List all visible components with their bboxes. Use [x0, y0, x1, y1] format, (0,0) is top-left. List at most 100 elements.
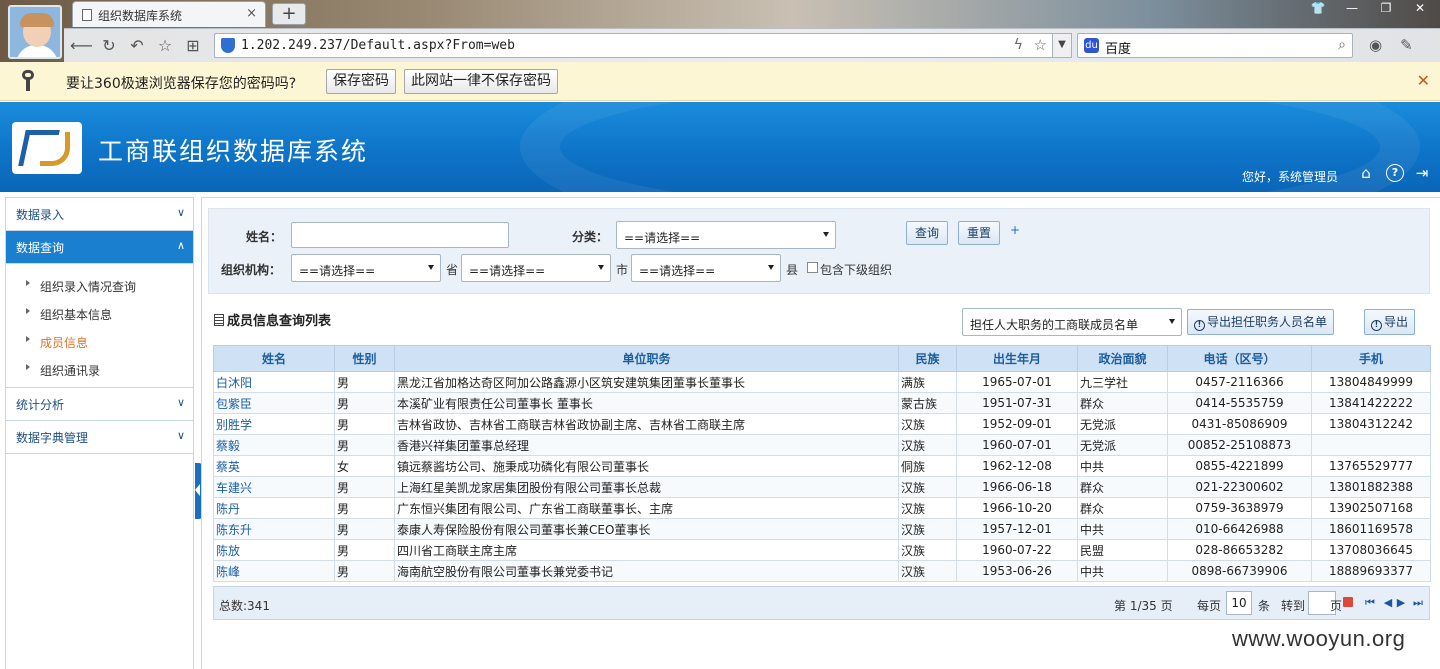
bookmark-star-icon[interactable]: ☆ [1034, 36, 1047, 54]
member-name-link[interactable]: 白沐阳 [213, 371, 335, 393]
table-cell: 1960-07-01 [956, 434, 1078, 456]
table-row[interactable]: 车建兴男上海红星美凯龙家居集团股份有限公司董事长总裁 汉族 1966-06-18 群众… [213, 476, 1431, 498]
magnifier-icon[interactable]: ⌕ [1338, 37, 1346, 53]
undo-icon[interactable]: ↶ [126, 35, 148, 57]
table-cell: 汉族 [898, 539, 957, 561]
lightning-icon[interactable]: ϟ [1014, 37, 1023, 53]
sidebar-item-org-entry-query[interactable]: 组织录入情况查询 [6, 272, 193, 300]
table-row[interactable]: 蔡毅男香港兴祥集团董事总经理 汉族 1960-07-01 无党派 00852-25108… [213, 434, 1431, 456]
password-save-bar: 要让360极速浏览器保存您的密码吗? 保存密码 此网站一律不保存密码 ✕ [0, 62, 1440, 101]
logo [12, 122, 82, 174]
search-box[interactable]: du 百度 ⌕ [1077, 33, 1353, 58]
table-cell: 中共 [1077, 560, 1168, 582]
back-icon[interactable]: ⟵ [70, 35, 93, 57]
column-header: 性别 [334, 345, 395, 372]
next-page-icon[interactable]: ▶ [1395, 596, 1407, 610]
tab-close-icon[interactable]: × [246, 6, 257, 21]
member-name-link[interactable]: 蔡毅 [213, 434, 335, 456]
user-avatar[interactable] [8, 5, 62, 59]
table-row[interactable]: 蔡英女镇远蔡酱坊公司、施秉成功磷化有限公司董事长 侗族 1962-12-08 中共 08… [213, 455, 1431, 477]
table-cell: 13902507168 [1311, 497, 1431, 519]
table-cell: 18889693377 [1311, 560, 1431, 582]
province-select[interactable]: ==请选择== [291, 254, 441, 282]
close-bar-icon[interactable]: ✕ [1417, 71, 1430, 90]
home-icon[interactable]: ⌂ [1357, 164, 1375, 182]
table-row[interactable]: 陈峰男海南航空股份有限公司董事长兼党委书记 汉族 1953-06-26 中共 0898-… [213, 560, 1431, 582]
restore-icon[interactable]: ❐ [1376, 1, 1396, 19]
table-cell: 0855-4221899 [1167, 455, 1312, 477]
help-icon[interactable]: ? [1386, 164, 1404, 182]
address-bar[interactable]: 1.202.249.237/Default.aspx?From=web ϟ ☆ [214, 33, 1058, 58]
minimize-icon[interactable]: — [1342, 1, 1362, 19]
member-name-link[interactable]: 陈峰 [213, 560, 335, 582]
table-row[interactable]: 别胜学男吉林省政协、吉林省工商联吉林省政协副主席、吉林省工商联主席 汉族 1952-… [213, 413, 1431, 435]
export-button[interactable]: ! 导出 [1364, 309, 1416, 335]
dropdown-arrow-icon [768, 265, 774, 270]
expand-plus-icon[interactable]: + [1010, 223, 1020, 237]
member-name-link[interactable]: 车建兴 [213, 476, 335, 498]
sidebar-group-dictionary[interactable]: 数据字典管理 ∨ [6, 421, 193, 454]
favorite-star-icon[interactable]: ☆ [154, 35, 176, 57]
extension-icon[interactable]: ◉ [1369, 36, 1382, 54]
table-cell: 本溪矿业有限责任公司董事长 董事长 [394, 392, 899, 414]
sidebar-group-statistics[interactable]: 统计分析 ∨ [6, 388, 193, 421]
sidebar-group-data-query[interactable]: 数据查询 ∧ [6, 231, 193, 264]
member-name-link[interactable]: 别胜学 [213, 413, 335, 435]
goto-label: 转到 [1281, 599, 1306, 613]
table-cell: 四川省工商联主席主席 [394, 539, 899, 561]
member-name-link[interactable]: 蔡英 [213, 455, 335, 477]
close-window-icon[interactable]: ✕ [1410, 1, 1430, 19]
avatar-body [16, 45, 58, 57]
member-name-link[interactable]: 陈丹 [213, 497, 335, 519]
refresh-icon[interactable]: ↻ [98, 35, 120, 57]
export-positions-button[interactable]: ! 导出担任职务人员名单 [1187, 309, 1335, 335]
table-cell: 男 [334, 497, 395, 519]
sidebar-item-member-info[interactable]: 成员信息 [6, 328, 193, 356]
table-row[interactable]: 陈丹男广东恒兴集团有限公司、广东省工商联董事长、主席 汉族 1966-10-20 群众… [213, 497, 1431, 519]
member-name-link[interactable]: 陈东升 [213, 518, 335, 540]
export-icon: ! [1371, 320, 1382, 331]
category-select[interactable]: ==请选择== [616, 221, 836, 249]
dropdown-arrow-icon [598, 265, 604, 270]
table-cell: 1962-12-08 [956, 455, 1078, 477]
wrench-icon[interactable]: ✎ [1400, 36, 1413, 54]
query-form: 姓名： 分类： ==请选择== 查询 重置 + 组织机构： ==请选择== 省 … [208, 208, 1430, 294]
query-button[interactable]: 查询 [906, 221, 949, 245]
reset-button[interactable]: 重置 [958, 221, 1001, 245]
export-list-select[interactable]: 担任人大职务的工商联成员名单 [962, 308, 1182, 336]
table-row[interactable]: 白沐阳男黑龙江省加格达奇区阿加公路鑫源小区筑安建筑集团董事长董事长 满族 1965-… [213, 371, 1431, 393]
county-select[interactable]: ==请选择== [631, 254, 781, 282]
name-input[interactable] [291, 222, 509, 248]
table-cell: 1951-07-31 [956, 392, 1078, 414]
table-cell: 13804312242 [1311, 413, 1431, 435]
never-save-button[interactable]: 此网站一律不保存密码 [404, 69, 558, 94]
table-cell: 中共 [1077, 455, 1168, 477]
per-page-input[interactable]: 10 [1226, 591, 1252, 615]
total-count: 总数:341 [219, 599, 270, 613]
first-page-icon[interactable]: ⏮ [1364, 596, 1376, 610]
column-header: 电话（区号） [1167, 345, 1312, 372]
table-row[interactable]: 包紫臣男本溪矿业有限责任公司董事长 董事长 蒙古族 1951-07-31 群众 0414… [213, 392, 1431, 414]
sidebar-item-org-basic-info[interactable]: 组织基本信息 [6, 300, 193, 328]
address-dropdown-icon[interactable]: ▼ [1052, 33, 1072, 58]
member-name-link[interactable]: 陈放 [213, 539, 335, 561]
table-cell: 0431-85086909 [1167, 413, 1312, 435]
table-row[interactable]: 陈放男四川省工商联主席主席 汉族 1960-07-22 民盟 028-86653282 1… [213, 539, 1431, 561]
new-tab-button[interactable]: + [272, 3, 306, 25]
last-page-icon[interactable]: ⏭ [1412, 596, 1424, 610]
password-prompt: 要让360极速浏览器保存您的密码吗? [66, 76, 297, 92]
browser-tab[interactable]: 组织数据库系统 × [72, 1, 266, 27]
include-sub-checkbox[interactable] [807, 262, 818, 273]
prev-page-icon[interactable]: ◀ [1382, 596, 1394, 610]
city-select[interactable]: ==请选择== [461, 254, 611, 282]
sidebar-item-org-directory[interactable]: 组织通讯录 [6, 356, 193, 384]
logout-icon[interactable]: ⇥ [1413, 164, 1431, 182]
member-name-link[interactable]: 包紫臣 [213, 392, 335, 414]
apps-grid-icon[interactable]: ⊞ [182, 35, 204, 57]
save-password-button[interactable]: 保存密码 [326, 69, 396, 94]
sidebar-group-data-entry[interactable]: 数据录入 ∨ [6, 198, 193, 231]
table-cell: 010-66426988 [1167, 518, 1312, 540]
table-row[interactable]: 陈东升男泰康人寿保险股份有限公司董事长兼CEO董事长 汉族 1957-12-01 中共… [213, 518, 1431, 540]
skin-icon[interactable]: 👕 [1308, 1, 1328, 19]
go-icon[interactable] [1343, 597, 1353, 607]
